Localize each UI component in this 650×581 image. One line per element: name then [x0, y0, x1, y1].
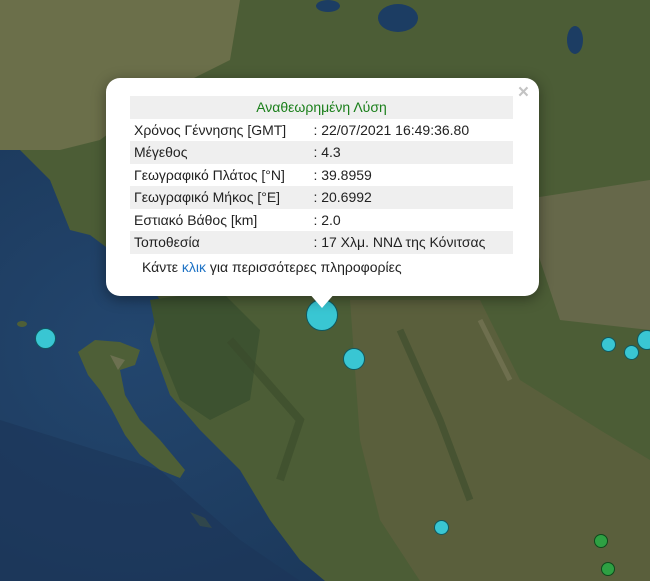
info-value: : 39.8959 [313, 166, 372, 183]
more-info-suffix: για περισσότερες πληροφορίες [206, 259, 402, 275]
info-label: Γεωγραφικό Πλάτος [°N] [134, 166, 285, 183]
info-label: Μέγεθος [130, 141, 312, 164]
earthquake-info-popup: × Αναθεωρημένη Λύση Χρόνος Γέννησης [GMT… [106, 78, 539, 296]
close-icon[interactable]: × [518, 83, 529, 103]
earthquake-marker-green[interactable] [594, 534, 608, 548]
earthquake-info-table: Αναθεωρημένη Λύση Χρόνος Γέννησης [GMT]:… [130, 96, 513, 254]
more-info-text: Κάντε κλικ για περισσότερες πληροφορίες [142, 259, 402, 275]
info-value: : 4.3 [311, 141, 513, 164]
earthquake-marker-green[interactable] [601, 562, 615, 576]
popup-tip [308, 292, 336, 308]
earthquake-marker[interactable] [343, 348, 365, 370]
info-label: Γεωγραφικό Μήκος [°E] [130, 186, 312, 209]
earthquake-marker[interactable] [637, 330, 650, 350]
popup-title: Αναθεωρημένη Λύση [130, 96, 513, 119]
info-value: : 2.0 [313, 211, 341, 228]
info-label: Εστιακό Βάθος [km] [134, 211, 258, 228]
info-label: Τοποθεσία [130, 231, 312, 254]
more-info-prefix: Κάντε [142, 259, 182, 275]
info-value: : 17 Χλμ. ΝΝΔ της Κόνιτσας [311, 231, 513, 254]
earthquake-marker[interactable] [35, 328, 56, 349]
info-value: : 22/07/2021 16:49:36.80 [313, 121, 470, 138]
earthquake-marker[interactable] [434, 520, 449, 535]
info-value: : 20.6992 [311, 186, 513, 209]
earthquake-marker[interactable] [624, 345, 639, 360]
earthquake-marker[interactable] [601, 337, 616, 352]
satellite-map[interactable]: × Αναθεωρημένη Λύση Χρόνος Γέννησης [GMT… [0, 0, 650, 581]
info-label: Χρόνος Γέννησης [GMT] [134, 121, 287, 138]
more-info-link[interactable]: κλικ [182, 259, 206, 275]
